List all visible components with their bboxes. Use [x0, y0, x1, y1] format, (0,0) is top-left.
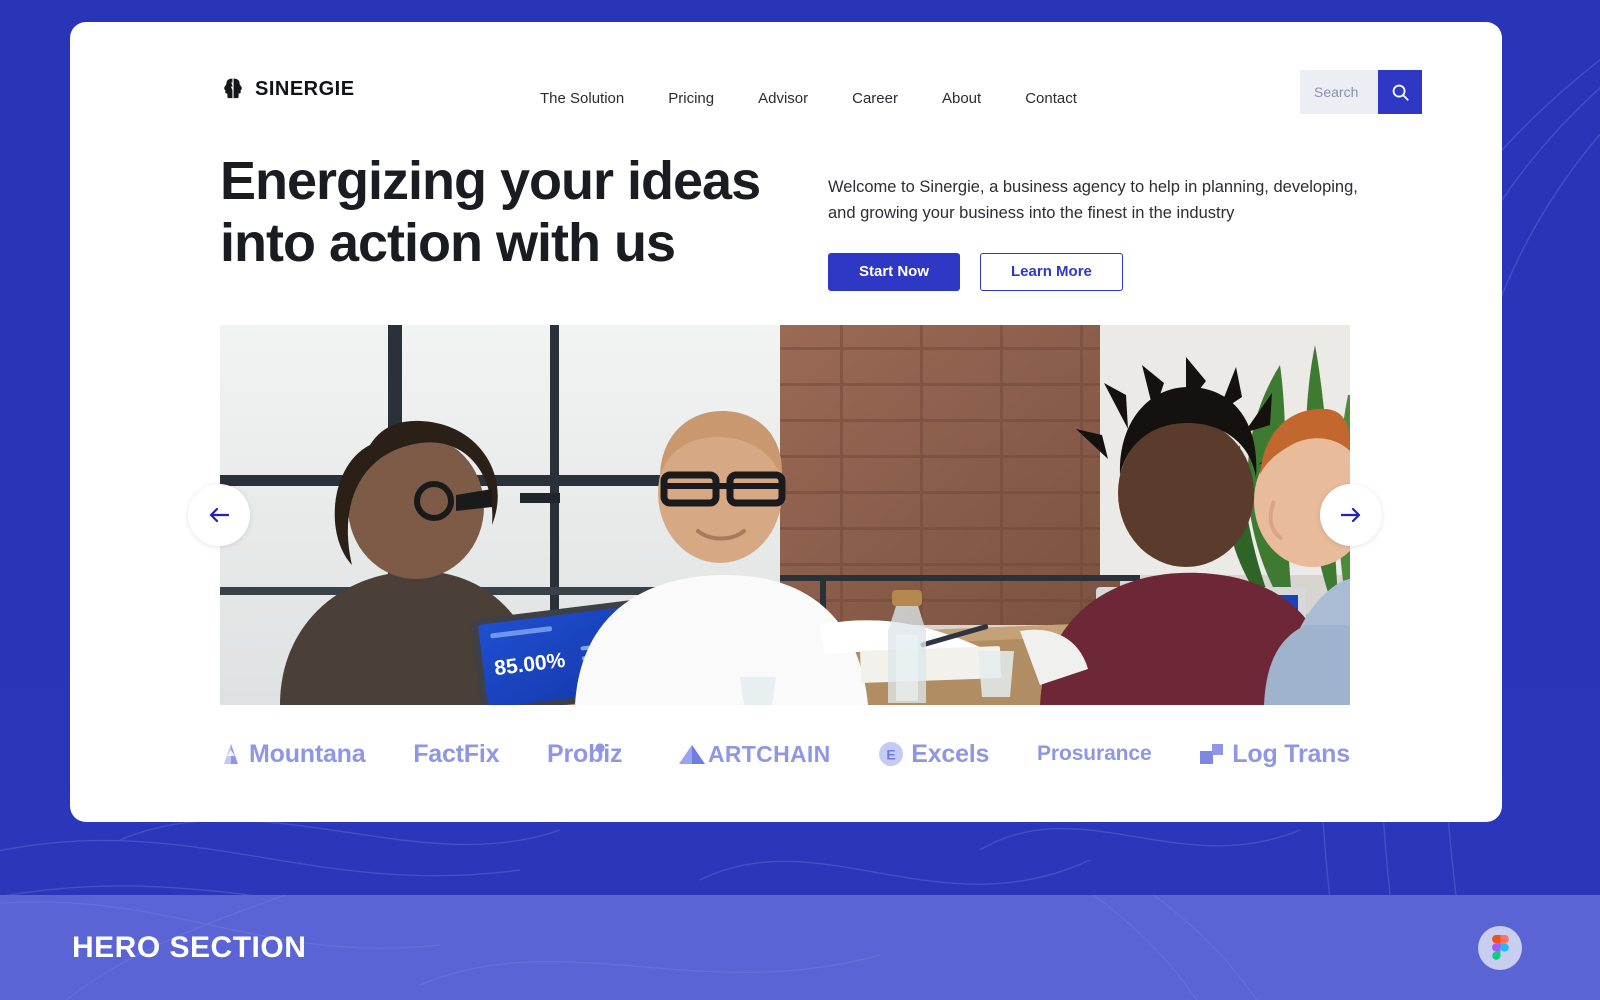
brand-logo[interactable]: SINERGIE — [220, 76, 355, 102]
search-icon — [1392, 84, 1409, 101]
footer-bar: HERO SECTION — [0, 895, 1600, 1000]
figma-badge[interactable] — [1478, 925, 1522, 970]
arrow-left-icon — [209, 507, 229, 523]
arrow-right-icon — [1341, 507, 1361, 523]
search-box — [1300, 70, 1422, 114]
nav-item-advisor[interactable]: Advisor — [736, 82, 830, 115]
hero-section: Energizing your ideas into action with u… — [220, 150, 1510, 291]
partner-logo-probiz[interactable]: Probiz — [547, 740, 629, 769]
partner-logo-log-trans[interactable]: Log Trans — [1199, 740, 1350, 769]
learn-more-button[interactable]: Learn More — [980, 252, 1123, 291]
partner-name: ARTCHAIN — [707, 740, 831, 767]
hero-image-illustration: 85.00% — [220, 325, 1350, 705]
partner-name: Excels — [911, 739, 990, 768]
mountain-icon — [224, 744, 238, 764]
partner-logo-prosurance[interactable]: Prosurance — [1037, 742, 1152, 766]
hero-carousel: 85.00% — [188, 325, 1382, 705]
section-label: HERO SECTION — [72, 930, 307, 964]
search-input[interactable] — [1300, 70, 1378, 114]
nav-item-the-solution[interactable]: The Solution — [518, 82, 646, 115]
page-card: SINERGIE The Solution Pricing Advisor Ca… — [70, 22, 1502, 822]
partner-name: Log Trans — [1232, 739, 1350, 768]
brand-name: SINERGIE — [255, 77, 355, 100]
two-squares-icon — [1200, 744, 1224, 764]
main-navigation: The Solution Pricing Advisor Career Abou… — [518, 82, 1099, 115]
site-header: SINERGIE The Solution Pricing Advisor Ca… — [70, 22, 1502, 152]
hero-image: 85.00% — [220, 325, 1350, 705]
hero-text-left: Energizing your ideas into action with u… — [220, 150, 800, 291]
hero-text-right: Welcome to Sinergie, a business agency t… — [828, 150, 1388, 291]
search-button[interactable] — [1378, 70, 1422, 114]
dot-icon — [595, 743, 605, 753]
partner-logo-mountana[interactable]: Mountana — [220, 739, 366, 769]
svg-text:E: E — [887, 747, 896, 763]
page-title: Energizing your ideas into action with u… — [220, 151, 761, 274]
partner-logo-factfix[interactable]: FactFix — [413, 740, 499, 769]
page-root: SINERGIE The Solution Pricing Advisor Ca… — [0, 0, 1600, 1000]
nav-item-about[interactable]: About — [920, 82, 1003, 115]
nav-item-contact[interactable]: Contact — [1003, 82, 1099, 115]
triangle-icon — [678, 745, 705, 764]
carousel-next-button[interactable] — [1320, 484, 1382, 546]
circle-e-icon: E — [879, 742, 904, 766]
nav-item-career[interactable]: Career — [830, 82, 920, 115]
partner-logos: Mountana FactFix Probiz ARTCHAIN E Excel… — [220, 722, 1350, 786]
figma-icon — [1491, 935, 1509, 960]
hero-buttons: Start Now Learn More — [828, 252, 1388, 291]
hero-description: Welcome to Sinergie, a business agency t… — [828, 178, 1358, 223]
start-now-button[interactable]: Start Now — [828, 252, 961, 291]
partner-name: Prosurance — [1037, 742, 1152, 765]
two-heads-icon — [224, 78, 242, 99]
partner-logo-artchain[interactable]: ARTCHAIN — [677, 741, 831, 768]
carousel-prev-button[interactable] — [188, 484, 250, 546]
partner-name: Mountana — [249, 739, 366, 768]
partner-name: FactFix — [413, 739, 500, 768]
nav-item-pricing[interactable]: Pricing — [646, 82, 736, 115]
partner-logo-excels[interactable]: E Excels — [878, 740, 989, 769]
partner-name: Probiz — [547, 739, 623, 768]
